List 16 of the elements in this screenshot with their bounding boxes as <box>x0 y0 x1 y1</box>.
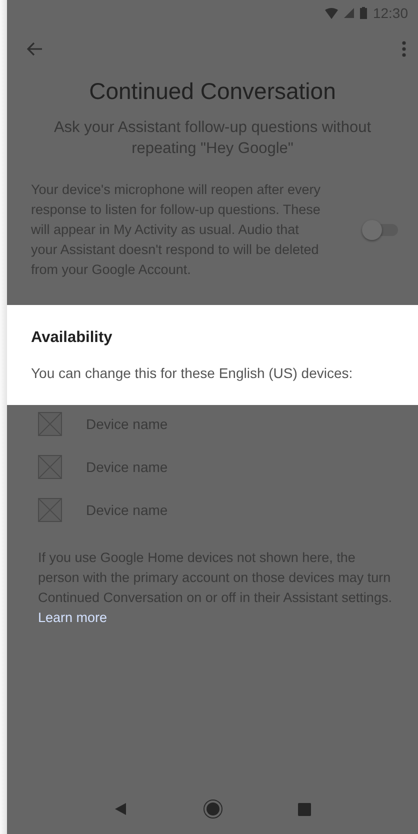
signal-icon <box>344 8 354 18</box>
more-options-icon[interactable] <box>402 41 406 57</box>
nav-back-icon[interactable] <box>114 802 128 816</box>
availability-title: Availability <box>31 329 114 347</box>
image-placeholder-icon <box>38 412 62 436</box>
learn-more-link[interactable]: Learn more <box>38 610 108 625</box>
image-placeholder-icon <box>38 454 62 478</box>
nav-home-icon[interactable] <box>202 799 223 819</box>
back-arrow-icon[interactable] <box>27 42 43 56</box>
image-placeholder-icon <box>38 498 62 522</box>
page-title: Continued Conversation <box>88 78 337 105</box>
battery-icon <box>360 7 367 19</box>
wifi-icon <box>324 8 338 18</box>
availability-text: You can change this for these English (US) devices: <box>31 365 354 381</box>
nav-recents-icon[interactable] <box>298 802 311 816</box>
toggle-switch[interactable] <box>362 220 398 240</box>
